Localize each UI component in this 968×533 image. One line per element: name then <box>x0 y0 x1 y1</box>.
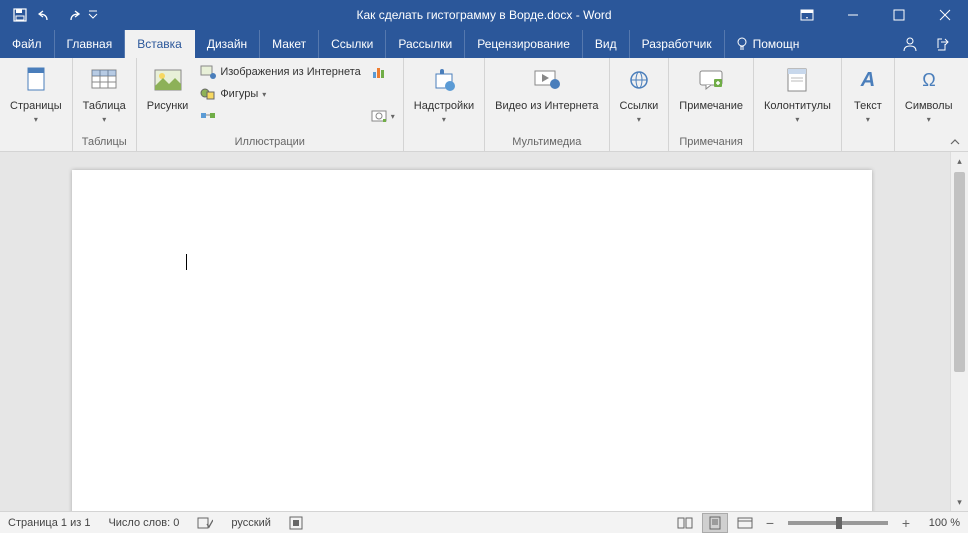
chart-button[interactable] <box>367 61 399 83</box>
smartart-button[interactable] <box>196 105 364 127</box>
header-footer-icon <box>781 64 813 96</box>
tab-file[interactable]: Файл <box>0 30 55 58</box>
tab-insert[interactable]: Вставка <box>125 30 195 58</box>
proofing-status[interactable] <box>195 516 215 530</box>
smartart-icon <box>200 108 216 124</box>
text-cursor <box>186 254 187 270</box>
redo-button[interactable] <box>60 3 84 27</box>
save-button[interactable] <box>8 3 32 27</box>
collapse-ribbon-button[interactable] <box>946 135 964 149</box>
svg-text:A: A <box>860 69 875 91</box>
addins-button[interactable]: Надстройки ▾ <box>408 61 480 129</box>
online-pictures-button[interactable]: Изображения из Интернета <box>196 61 364 83</box>
document-page[interactable] <box>72 170 872 511</box>
proofing-icon <box>197 516 213 530</box>
zoom-in-button[interactable]: + <box>898 515 914 531</box>
svg-text:Ω: Ω <box>922 70 935 90</box>
account-area <box>894 30 968 58</box>
pictures-button[interactable]: Рисунки <box>141 61 195 129</box>
undo-button[interactable] <box>34 3 58 27</box>
minimize-button[interactable] <box>830 0 876 30</box>
account-sign-in[interactable] <box>894 30 926 58</box>
scroll-down-button[interactable]: ▾ <box>951 493 968 511</box>
pages-button[interactable]: Страницы ▾ <box>4 61 68 129</box>
online-pictures-icon <box>200 64 216 80</box>
tell-me-search[interactable]: Помощн <box>725 30 810 58</box>
language-status[interactable]: русский <box>229 517 272 529</box>
page-icon <box>20 64 52 96</box>
share-button[interactable] <box>926 30 958 58</box>
window-controls <box>792 0 968 30</box>
picture-icon <box>152 64 184 96</box>
print-layout-button[interactable] <box>702 513 728 533</box>
screenshot-button[interactable]: ▾ <box>367 105 399 127</box>
macro-icon <box>289 516 303 530</box>
statusbar: Страница 1 из 1 Число слов: 0 русский − … <box>0 511 968 533</box>
links-icon <box>623 64 655 96</box>
tab-mailings[interactable]: Рассылки <box>386 30 465 58</box>
titlebar: Как сделать гистограмму в Ворде.docx - W… <box>0 0 968 30</box>
zoom-slider-thumb[interactable] <box>836 517 842 529</box>
tab-developer[interactable]: Разработчик <box>630 30 725 58</box>
video-icon <box>531 64 563 96</box>
word-count-status[interactable]: Число слов: 0 <box>106 517 181 529</box>
quick-access-customize[interactable] <box>86 3 100 27</box>
tab-home[interactable]: Главная <box>55 30 126 58</box>
tab-view[interactable]: Вид <box>583 30 630 58</box>
text-button[interactable]: A Текст ▾ <box>846 61 890 129</box>
tab-references[interactable]: Ссылки <box>319 30 386 58</box>
online-video-button[interactable]: Видео из Интернета <box>489 61 604 129</box>
zoom-level[interactable]: 100 % <box>918 517 962 529</box>
header-footer-button[interactable]: Колонтитулы ▾ <box>758 61 837 129</box>
ribbon-display-options[interactable] <box>792 3 822 27</box>
zoom-out-button[interactable]: − <box>762 515 778 531</box>
window-title: Как сделать гистограмму в Ворде.docx - W… <box>356 8 611 22</box>
group-media: Видео из Интернета Мультимедиа <box>485 58 609 151</box>
addins-icon <box>428 64 460 96</box>
macro-status[interactable] <box>287 516 305 530</box>
symbols-button[interactable]: Ω Символы ▾ <box>899 61 959 129</box>
tab-design[interactable]: Дизайн <box>195 30 260 58</box>
quick-access-toolbar <box>0 3 100 27</box>
scroll-up-button[interactable]: ▴ <box>951 152 968 170</box>
text-icon: A <box>852 64 884 96</box>
vertical-scrollbar[interactable]: ▴ ▾ <box>950 152 968 511</box>
tab-layout[interactable]: Макет <box>260 30 319 58</box>
table-icon <box>88 64 120 96</box>
shapes-icon <box>200 86 216 102</box>
group-header-footer: Колонтитулы ▾ <box>754 58 842 151</box>
group-links: Ссылки ▾ <box>610 58 670 151</box>
group-comments: Примечание Примечания <box>669 58 754 151</box>
group-pages: Страницы ▾ <box>0 58 73 151</box>
comment-button[interactable]: Примечание <box>673 61 749 129</box>
read-mode-button[interactable] <box>672 513 698 533</box>
document-area: ▴ ▾ <box>0 152 968 511</box>
page-number-status[interactable]: Страница 1 из 1 <box>6 517 92 529</box>
ribbon-tabs: Файл Главная Вставка Дизайн Макет Ссылки… <box>0 30 968 58</box>
scroll-thumb[interactable] <box>954 172 965 372</box>
screenshot-icon <box>371 108 387 124</box>
lightbulb-icon <box>735 37 749 51</box>
maximize-button[interactable] <box>876 0 922 30</box>
close-button[interactable] <box>922 0 968 30</box>
group-addins: Надстройки ▾ <box>404 58 485 151</box>
symbol-icon: Ω <box>913 64 945 96</box>
zoom-slider[interactable] <box>788 521 888 525</box>
table-button[interactable]: Таблица ▾ <box>77 61 132 129</box>
group-text: A Текст ▾ <box>842 58 895 151</box>
tab-review[interactable]: Рецензирование <box>465 30 583 58</box>
web-layout-button[interactable] <box>732 513 758 533</box>
group-tables: Таблица ▾ Таблицы <box>73 58 137 151</box>
group-illustrations: Рисунки Изображения из Интернета Фигуры … <box>137 58 404 151</box>
ribbon: Страницы ▾ Таблица ▾ Таблицы Рисунки <box>0 58 968 152</box>
chart-icon <box>371 64 387 80</box>
comment-icon <box>695 64 727 96</box>
shapes-button[interactable]: Фигуры ▾ <box>196 83 364 105</box>
links-button[interactable]: Ссылки ▾ <box>614 61 665 129</box>
